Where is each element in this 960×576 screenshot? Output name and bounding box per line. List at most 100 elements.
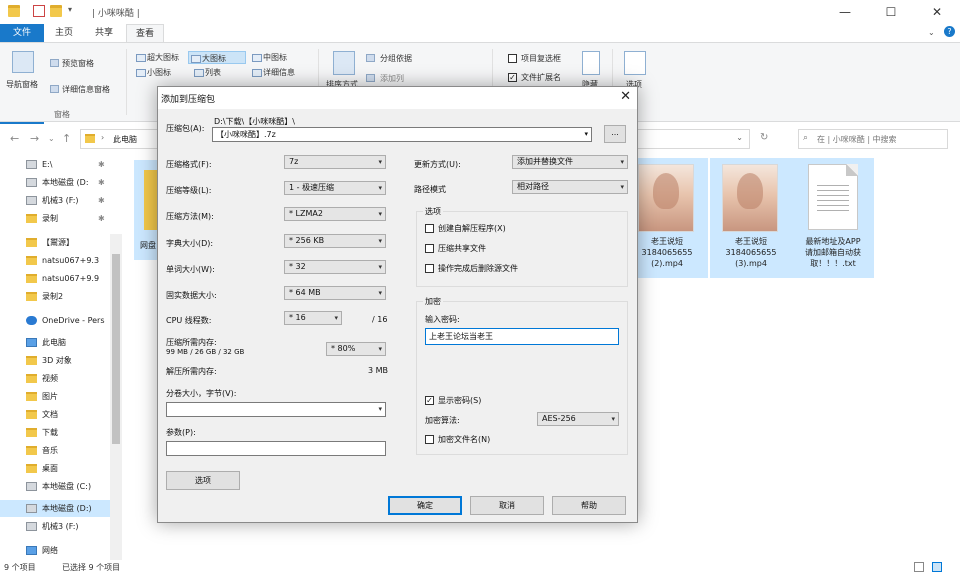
refresh-icon[interactable]: ↻ (760, 132, 768, 143)
sidebar-item[interactable]: natsu067+9.3 (0, 252, 122, 269)
address-dropdown-icon[interactable]: ⌄ (736, 133, 743, 142)
back-icon[interactable]: ← (10, 132, 19, 145)
layout-details[interactable]: 详细信息 (250, 66, 295, 79)
sidebar-item[interactable]: 下载 (0, 424, 122, 441)
encrypt-names-checkbox[interactable] (425, 435, 434, 444)
parameters-input[interactable] (166, 441, 386, 456)
options-icon[interactable] (624, 51, 646, 75)
layout-large-icons[interactable]: 大图标 (188, 51, 246, 64)
cancel-button[interactable]: 取消 (470, 496, 544, 515)
ribbon-tabs: 文件 主页 共享 查看 ⌄ ? (0, 24, 960, 144)
sidebar-item[interactable]: 机械3 (F:) (0, 518, 122, 535)
sort-icon[interactable] (333, 51, 355, 75)
hide-selected-icon[interactable] (582, 51, 600, 75)
solid-size-select[interactable]: * 64 MB ▾ (284, 286, 386, 300)
decompress-memory-value: 3 MB (368, 366, 389, 375)
format-select[interactable]: 7z ▾ (284, 155, 386, 169)
method-select[interactable]: * LZMA2 ▾ (284, 207, 386, 221)
sidebar-item[interactable]: natsu067+9.9 (0, 270, 122, 287)
encryption-group: 加密 输入密码: 上老王论坛当老王 ✓ 显示密码(S) 加密算法: AES-25… (416, 296, 628, 455)
quick-access-dropdown-icon[interactable]: ▾ (68, 5, 72, 14)
navigation-pane-icon[interactable] (12, 51, 34, 73)
sidebar-item[interactable]: 录制2 (0, 288, 122, 305)
new-folder-icon[interactable] (50, 5, 62, 17)
chevron-down-icon[interactable]: ▾ (584, 128, 588, 141)
tab-home[interactable]: 主页 (46, 24, 82, 42)
split-volume-select[interactable]: ▾ (166, 402, 386, 417)
breadcrumb-root[interactable]: 此电脑 (113, 134, 137, 145)
level-select[interactable]: 1 - 极速压缩 ▾ (284, 181, 386, 195)
details-view-icon[interactable] (914, 562, 924, 572)
forward-icon[interactable]: → (30, 132, 39, 145)
sidebar-item[interactable]: 网络 (0, 542, 122, 559)
recent-locations-icon[interactable]: ⌄ (48, 134, 55, 143)
sidebar-item-label: 下载 (42, 428, 58, 437)
path-mode-select[interactable]: 相对路径 ▾ (512, 180, 628, 194)
encryption-method-select[interactable]: AES-256 ▾ (537, 412, 619, 426)
file-extensions-checkbox[interactable]: ✓ (508, 73, 517, 82)
file-item[interactable]: 最新地址及APP 请加邮箱自动获 取！！！.txt (792, 158, 874, 278)
sidebar-item[interactable]: 3D 对象 (0, 352, 122, 369)
shared-files-checkbox[interactable] (425, 244, 434, 253)
preview-pane-button[interactable]: 预览窗格 (62, 58, 94, 69)
large-icons-view-icon[interactable] (932, 562, 942, 572)
navigation-pane-button[interactable]: 导航窗格 (6, 79, 38, 90)
cpu-threads-select[interactable]: * 16 ▾ (284, 311, 342, 325)
update-mode-select[interactable]: 添加并替换文件 ▾ (512, 155, 628, 169)
archive-name-input[interactable]: 【小咪咪酷】.7z ▾ (212, 127, 592, 142)
ribbon-collapse-icon[interactable]: ⌄ (928, 28, 935, 37)
add-columns-button[interactable]: 添加列 (380, 73, 404, 84)
ok-button[interactable]: 确定 (388, 496, 462, 515)
sidebar-item[interactable]: 图片 (0, 388, 122, 405)
sidebar-item[interactable]: 本地磁盘 (D:) (0, 500, 122, 517)
tab-view[interactable]: 查看 (126, 24, 165, 42)
scrollbar-thumb[interactable] (112, 254, 120, 444)
nav-pane-scrollbar[interactable] (110, 234, 122, 560)
sidebar-item[interactable]: 音乐 (0, 442, 122, 459)
item-checkboxes-checkbox[interactable] (508, 54, 517, 63)
sidebar-item[interactable]: 录制 ✱ (0, 210, 122, 227)
layout-extra-large-icons[interactable]: 超大图标 (134, 51, 179, 64)
sidebar-item[interactable]: 本地磁盘 (D: ✱ (0, 174, 122, 191)
browse-button[interactable]: ... (604, 125, 626, 143)
group-by-button[interactable]: 分组依据 (380, 53, 412, 64)
search-box[interactable]: ⌕ 在 | 小咪咪酷 | 中搜索 (798, 129, 948, 149)
delete-after-checkbox[interactable] (425, 264, 434, 273)
properties-icon[interactable] (33, 5, 45, 17)
sidebar-item[interactable]: 文档 (0, 406, 122, 423)
word-size-select[interactable]: * 32 ▾ (284, 260, 386, 274)
memory-usage-select[interactable]: * 80% ▾ (326, 342, 386, 356)
up-icon[interactable]: ↑ (62, 132, 71, 145)
show-password-checkbox[interactable]: ✓ (425, 396, 434, 405)
sidebar-item[interactable]: 桌面 (0, 460, 122, 477)
sidebar-item-label: 网络 (42, 546, 58, 555)
layout-medium-icons[interactable]: 中图标 (250, 51, 287, 64)
file-name: 网盘 (140, 241, 156, 250)
minimize-button[interactable]: — (822, 0, 868, 24)
drive-icon (26, 522, 37, 531)
sidebar-item[interactable]: 此电脑 (0, 334, 122, 351)
help-button[interactable]: 帮助 (552, 496, 626, 515)
details-pane-button[interactable]: 详细信息窗格 (62, 84, 110, 95)
close-button[interactable]: ✕ (914, 0, 960, 24)
layout-small-icons[interactable]: 小图标 (134, 66, 171, 79)
sidebar-item[interactable]: 本地磁盘 (C:) (0, 478, 122, 495)
selected-count: 已选择 9 个项目 (62, 563, 121, 572)
item-count: 9 个项目 (4, 563, 36, 572)
options-button[interactable]: 选项 (166, 471, 240, 490)
sidebar-item[interactable]: 机械3 (F:) ✱ (0, 192, 122, 209)
layout-list[interactable]: 列表 (192, 66, 221, 79)
password-input[interactable]: 上老王论坛当老王 (425, 328, 619, 345)
sidebar-item[interactable]: E:\ ✱ (0, 156, 122, 173)
tab-share[interactable]: 共享 (86, 24, 122, 42)
dialog-close-button[interactable]: ✕ (620, 89, 631, 104)
sfx-checkbox[interactable] (425, 224, 434, 233)
maximize-button[interactable]: ☐ (868, 0, 914, 24)
sidebar-item[interactable]: 视频 (0, 370, 122, 387)
sidebar-item[interactable]: 【鬻源】 (0, 234, 122, 251)
dictionary-select[interactable]: * 256 KB ▾ (284, 234, 386, 248)
file-item[interactable]: 老王说短 3184065655 (3).mp4 (710, 158, 792, 278)
file-item[interactable]: 老王说短 3184065655 (2).mp4 (626, 158, 708, 278)
sidebar-item[interactable]: OneDrive - Pers (0, 312, 122, 329)
help-icon[interactable]: ? (944, 26, 955, 37)
